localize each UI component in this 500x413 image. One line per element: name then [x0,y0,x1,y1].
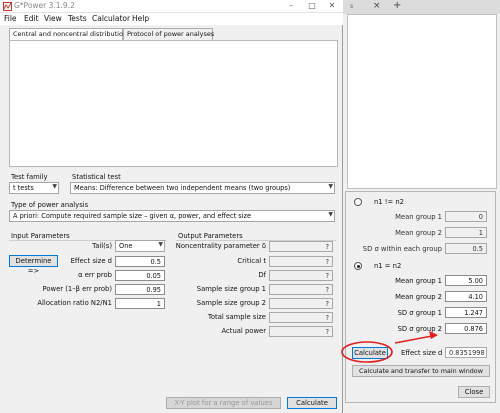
effect-size-dialog: n1 != n2 Mean group 1 0 Mean group 2 1 S… [345,191,496,403]
output-parameters-heading: Output Parameters [178,232,243,240]
close-icon[interactable]: ✕ [322,0,342,13]
title-bar: G*Power 3.1.9.2 – □ ✕ [0,0,343,13]
menu-view[interactable]: View [44,14,62,23]
output-label-critical-t: Critical t [237,257,266,265]
output-label-sample-1: Sample size group 1 [196,285,266,293]
power-label: Power (1–β err prob) [42,285,112,293]
unequal-sd-label: SD σ within each group [362,245,442,253]
alpha-input[interactable]: 0.05 [115,270,165,281]
menu-calculator[interactable]: Calculator [92,14,130,23]
chevron-down-icon: ▼ [328,183,333,190]
xy-plot-button[interactable]: X-Y plot for a range of values [166,397,281,409]
transfer-button[interactable]: Calculate and transfer to main window [352,365,490,377]
power-analysis-select[interactable]: A priori: Compute required sample size –… [9,210,335,222]
test-family-select[interactable]: t tests ▼ [9,182,59,194]
statistical-test-select[interactable]: Means: Difference between two independen… [70,182,335,194]
output-value-sample-1: ? [269,284,333,295]
equal-mean2-input[interactable]: 4.10 [445,291,487,302]
menu-tests[interactable]: Tests [68,14,87,23]
chevron-down-icon: ▼ [328,211,333,218]
equal-sd2-label: SD σ group 2 [397,325,442,333]
statistical-test-label: Statistical test [72,173,121,181]
tab-protocol[interactable]: Protocol of power analyses [123,28,214,40]
menu-help[interactable]: Help [132,14,149,23]
power-analysis-label: Type of power analysis [11,201,89,209]
tails-label: Tail(s) [92,242,112,250]
minimize-icon[interactable]: – [281,0,301,13]
equal-sd2-input[interactable]: 0.876 [445,323,487,334]
tails-select[interactable]: One ▼ [115,240,165,252]
effect-size-input[interactable]: 0.5 [115,256,165,267]
option-unequal-label: n1 != n2 [374,198,405,206]
radio-equal[interactable] [354,262,362,270]
gpower-main-window: G*Power 3.1.9.2 – □ ✕ File Edit View Tes… [0,0,343,413]
dialog-close-button[interactable]: Close [458,386,490,398]
menu-file[interactable]: File [4,14,17,23]
output-value-total: ? [269,312,333,323]
tails-value: One [119,242,133,250]
tab-distributions[interactable]: Central and noncentral distributions [9,28,130,40]
equal-sd1-label: SD σ group 1 [397,309,442,317]
allocation-ratio-input[interactable]: 1 [115,298,165,309]
menu-edit[interactable]: Edit [24,14,39,23]
window-title: G*Power 3.1.9.2 [14,1,75,10]
output-value-noncentrality: ? [269,241,333,252]
determine-button[interactable]: Determine => [9,255,58,275]
output-label-df: Df [258,271,266,279]
menu-bar: File Edit View Tests Calculator Help [0,13,343,25]
equal-mean1-label: Mean group 1 [395,277,442,285]
unequal-mean1-label: Mean group 1 [395,213,442,221]
alpha-label: α err prob [78,271,112,279]
browser-tab-strip: s × + [343,0,500,14]
equal-mean2-label: Mean group 2 [395,293,442,301]
maximize-icon[interactable]: □ [302,0,322,13]
output-value-df: ? [269,270,333,281]
tab-close-icon[interactable]: × [373,1,381,11]
app-icon [3,2,12,11]
distribution-plot-area [9,40,338,167]
output-label-noncentrality: Noncentrality parameter δ [175,242,266,250]
effect-size-label: Effect size d [70,257,112,265]
input-parameters-heading: Input Parameters [11,232,70,240]
output-label-sample-2: Sample size group 2 [196,299,266,307]
chevron-down-icon: ▼ [158,241,163,248]
blank-content-pane [347,14,497,189]
output-label-total: Total sample size [207,313,266,321]
chevron-down-icon: ▼ [52,183,57,190]
statistical-test-value: Means: Difference between two independen… [74,184,291,192]
equal-mean1-input[interactable]: 5.00 [445,275,487,286]
power-analysis-value: A priori: Compute required sample size –… [13,212,252,220]
unequal-mean1-value: 0 [445,211,487,222]
option-equal-label: n1 = n2 [374,262,402,270]
dialog-calculate-button[interactable]: Calculate [352,347,388,359]
browser-tab-fragment: s [350,3,354,10]
unequal-mean2-label: Mean group 2 [395,229,442,237]
output-value-critical-t: ? [269,256,333,267]
unequal-mean2-value: 1 [445,227,487,238]
output-value-sample-2: ? [269,298,333,309]
test-family-label: Test family [11,173,48,181]
calculate-button[interactable]: Calculate [287,397,337,409]
dialog-effect-size-value: 0.8351998 [445,347,487,358]
allocation-ratio-label: Allocation ratio N2/N1 [37,299,112,307]
radio-unequal[interactable] [354,198,362,206]
output-value-actual-power: ? [269,326,333,337]
dialog-effect-size-label: Effect size d [401,349,443,357]
new-tab-icon[interactable]: + [393,0,401,11]
unequal-sd-value: 0.5 [445,243,487,254]
output-label-actual-power: Actual power [221,327,266,335]
equal-sd1-input[interactable]: 1.247 [445,307,487,318]
power-input[interactable]: 0.95 [115,284,165,295]
test-family-value: t tests [13,184,34,192]
